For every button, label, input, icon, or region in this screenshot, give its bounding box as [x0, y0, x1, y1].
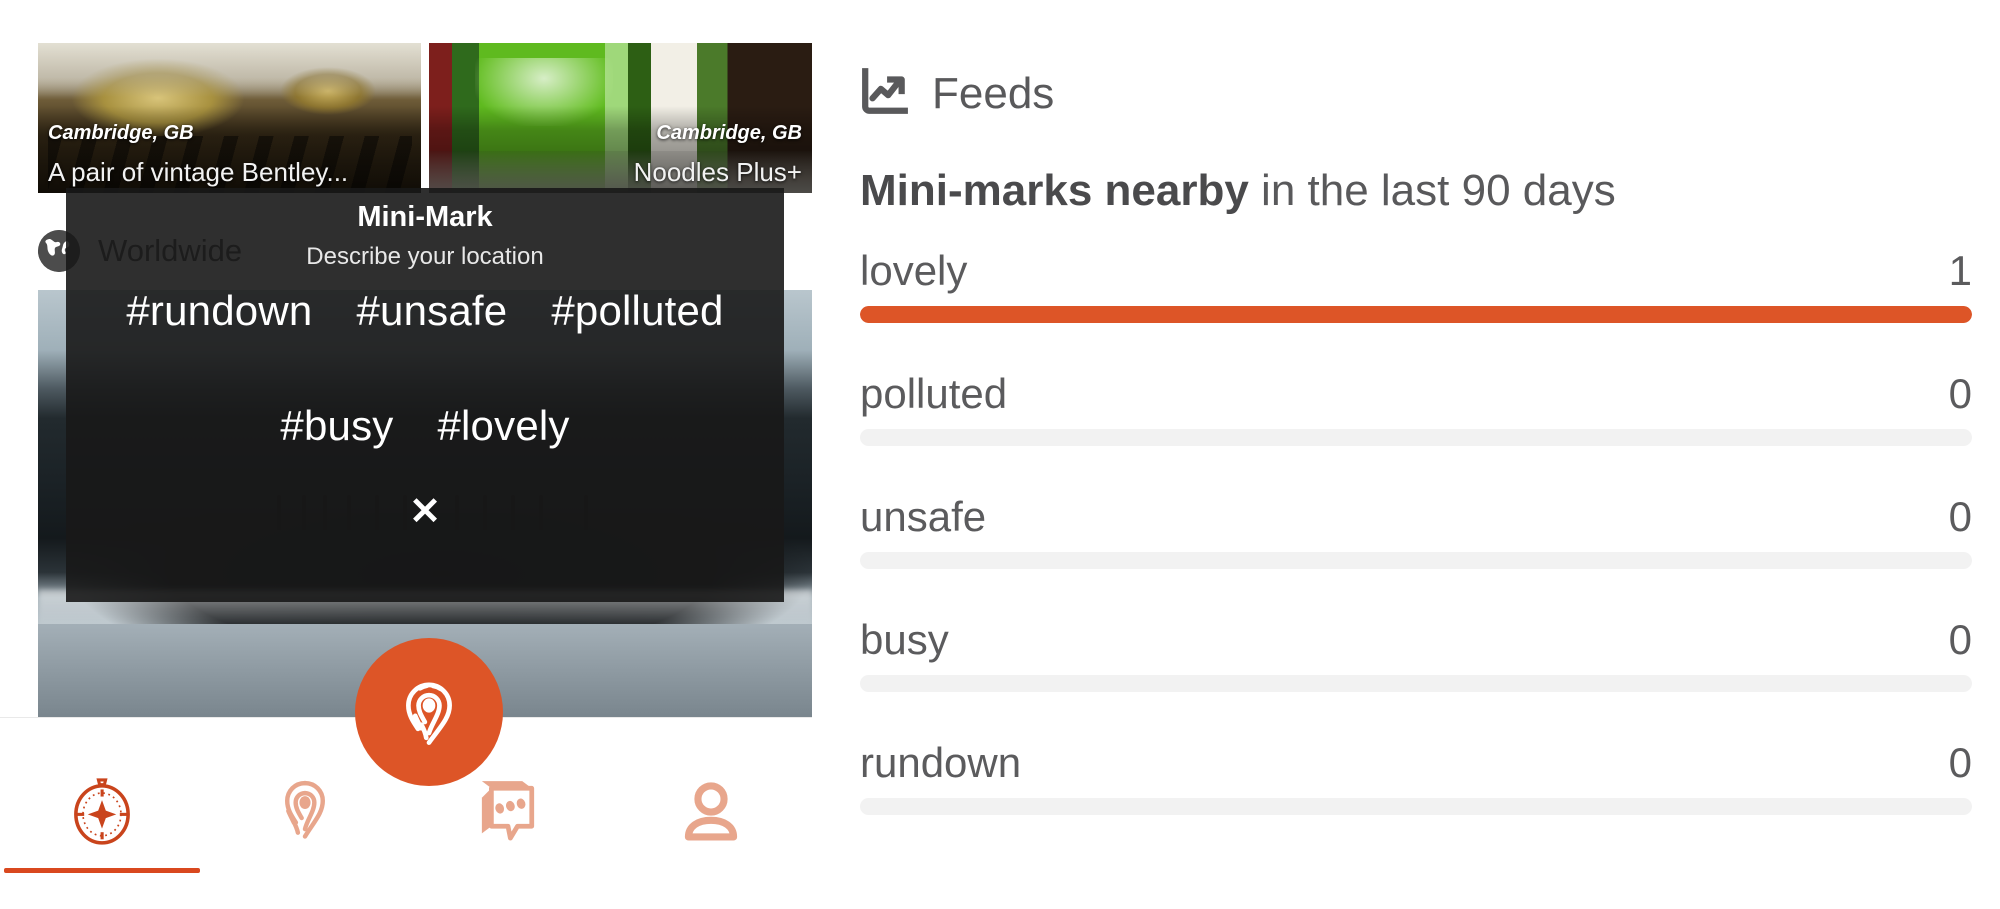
mini-mark-bar-list: lovely 1 polluted 0 unsafe 0 busy 0 rundown 0 [860, 247, 1972, 815]
person-icon [673, 774, 749, 853]
tag-lovely[interactable]: #lovely [437, 402, 569, 450]
bar-track [860, 798, 1972, 815]
tag-row-2: #busy #lovely [66, 402, 784, 450]
bar-label: busy [860, 616, 949, 663]
bar-label: lovely [860, 247, 968, 294]
bar-value: 0 [1948, 493, 1972, 540]
mini-mark-bar-row[interactable]: busy 0 [860, 616, 1972, 692]
nav-active-indicator [3, 868, 200, 873]
compass-icon [66, 774, 138, 853]
bar-row-header: polluted 0 [860, 370, 1972, 418]
tag-polluted[interactable]: #polluted [551, 287, 723, 335]
bar-fill [860, 306, 1972, 323]
mini-mark-bar-row[interactable]: lovely 1 [860, 247, 1972, 323]
feeds-header: Feeds [860, 0, 1972, 121]
mini-mark-bar-row[interactable]: polluted 0 [860, 370, 1972, 446]
nav-item-explore[interactable] [0, 718, 203, 909]
bar-label: polluted [860, 370, 1008, 417]
close-icon[interactable]: ✕ [66, 493, 784, 531]
feeds-subtitle: Mini-marks nearby in the last 90 days [860, 169, 1972, 213]
bar-value: 0 [1948, 616, 1972, 663]
bar-track [860, 552, 1972, 569]
card-title: A pair of vintage Bentley... [48, 157, 349, 187]
modal-title: Mini-Mark [357, 201, 493, 233]
bar-track [860, 429, 1972, 446]
mini-mark-bar-row[interactable]: unsafe 0 [860, 493, 1972, 569]
bar-row-header: busy 0 [860, 616, 1972, 664]
bar-value: 1 [1948, 247, 1972, 294]
bar-row-header: rundown 0 [860, 739, 1972, 787]
bar-label: unsafe [860, 493, 987, 540]
mini-mark-modal: Mini-Mark Describe your location #rundow… [66, 188, 784, 602]
feeds-title: Feeds [932, 68, 1055, 118]
mini-mark-bar-row[interactable]: rundown 0 [860, 739, 1972, 815]
line-chart-up-icon [860, 66, 910, 121]
phone-viewport: Cambridge, GB A pair of vintage Bentley.… [0, 0, 812, 909]
app-root: Cambridge, GB A pair of vintage Bentley.… [0, 0, 2000, 909]
bar-track [860, 306, 1972, 323]
nav-item-profile[interactable] [609, 718, 812, 909]
fingerprint-icon [269, 772, 341, 855]
bar-row-header: lovely 1 [860, 247, 1972, 295]
create-mark-fab[interactable] [355, 638, 503, 786]
bar-value: 0 [1948, 739, 1972, 786]
feeds-subtitle-strong: Mini-marks nearby [860, 166, 1249, 215]
card-title: Noodles Plus+ [633, 157, 802, 187]
bar-track [860, 675, 1972, 692]
feeds-subtitle-rest: in the last 90 days [1248, 166, 1616, 215]
fingerprint-pin-icon [385, 667, 473, 758]
feed-card-list: Cambridge, GB A pair of vintage Bentley.… [38, 43, 812, 193]
bar-row-header: unsafe 0 [860, 493, 1972, 541]
card-location: Cambridge, GB [656, 122, 802, 144]
feed-card[interactable]: Cambridge, GB Noodles Plus+ [429, 43, 812, 193]
tag-row-1: #rundown #unsafe #polluted [66, 287, 784, 335]
feed-card[interactable]: Cambridge, GB A pair of vintage Bentley.… [38, 43, 421, 193]
tag-busy[interactable]: #busy [280, 402, 393, 450]
tag-rundown[interactable]: #rundown [126, 287, 312, 335]
card-location: Cambridge, GB [48, 122, 194, 144]
tag-unsafe[interactable]: #unsafe [356, 287, 507, 335]
bar-value: 0 [1948, 370, 1972, 417]
bar-label: rundown [860, 739, 1022, 786]
modal-subtitle: Describe your location [306, 243, 544, 270]
feeds-panel: Feeds Mini-marks nearby in the last 90 d… [812, 0, 2000, 909]
chat-bubble-icon [470, 774, 546, 853]
